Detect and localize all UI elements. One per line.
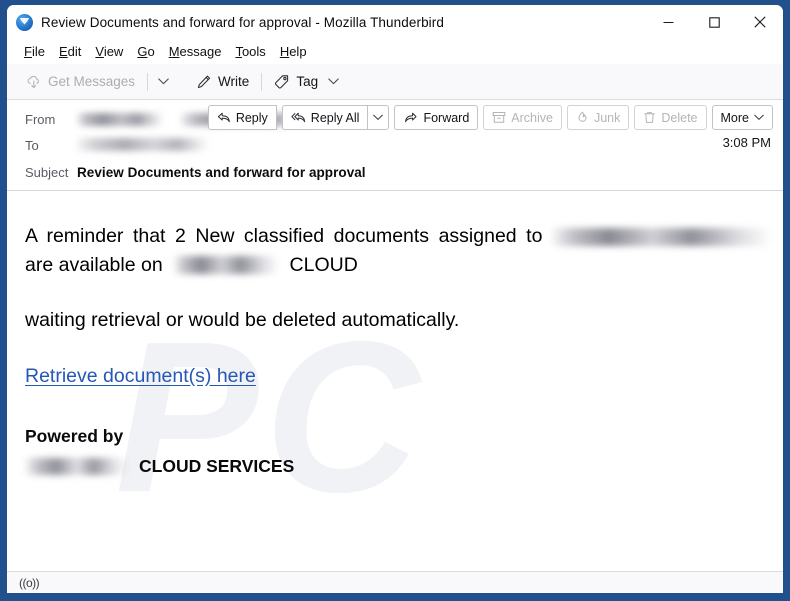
close-button[interactable] [737, 5, 783, 39]
window-controls [645, 5, 783, 39]
trash-icon [644, 112, 656, 123]
footer-logo-redaction [25, 457, 129, 475]
menu-item-go[interactable]: Go [130, 42, 161, 61]
from-redaction-1 [77, 112, 163, 126]
body-line-1: A reminder that 2 New classified documen… [25, 225, 770, 247]
window-client-area: Review Documents and forward for approva… [7, 5, 783, 593]
reply-all-arrow-icon [291, 112, 305, 123]
body-footer: Powered by CLOUD SERVICES [25, 426, 783, 476]
message-body: PC risk.com A reminder that 2 New classi… [7, 191, 783, 571]
more-label: More [720, 110, 749, 125]
junk-label: Junk [593, 110, 621, 125]
menu-item-help[interactable]: Help [273, 42, 314, 61]
main-toolbar: Get Messages Write Tag [7, 64, 783, 100]
subject-label: Subject [25, 164, 69, 180]
more-button[interactable]: More [711, 105, 773, 130]
from-label: From [25, 111, 56, 127]
header-row-to: To [7, 134, 783, 156]
footer-cloud-services: CLOUD SERVICES [139, 455, 295, 476]
reply-label: Reply [235, 110, 268, 125]
window-title: Review Documents and forward for approva… [41, 14, 444, 30]
flame-icon [578, 111, 587, 122]
archive-label: Archive [511, 110, 553, 125]
body-line-3: waiting retrieval or would be deleted au… [25, 309, 460, 331]
body-line-2: are available on CLOUD [25, 253, 783, 276]
chevron-down-icon [328, 78, 339, 85]
write-label: Write [218, 74, 250, 89]
delete-button[interactable]: Delete [634, 105, 707, 130]
header-row-subject: Subject Review Documents and forward for… [7, 161, 783, 183]
menu-item-tools[interactable]: Tools [228, 42, 272, 61]
chevron-down-icon [373, 114, 384, 120]
chevron-down-icon [754, 114, 764, 120]
message-timestamp: 3:08 PM [722, 135, 771, 150]
maximize-icon [708, 16, 720, 28]
message-header: From To Subject Review Documents and for… [7, 100, 783, 191]
body-line-1-redaction [552, 227, 770, 246]
to-label: To [25, 137, 39, 153]
close-icon [754, 16, 766, 28]
retrieve-documents-link[interactable]: Retrieve document(s) here [25, 365, 256, 387]
archive-button[interactable]: Archive [483, 105, 562, 130]
archive-box-icon [492, 112, 506, 123]
subject-value: Review Documents and forward for approva… [77, 164, 366, 180]
menu-item-edit[interactable]: Edit [52, 42, 88, 61]
reply-all-dropdown-button[interactable] [368, 105, 390, 130]
get-messages-label: Get Messages [48, 74, 136, 89]
reply-all-button[interactable]: Reply All [281, 105, 369, 130]
chevron-down-icon [157, 78, 169, 85]
tag-label: Tag [296, 74, 319, 89]
forward-arrow-icon [405, 112, 417, 123]
minimize-button[interactable] [645, 5, 691, 39]
thunderbird-logo-icon [16, 13, 33, 31]
get-messages-dropdown-button[interactable] [152, 69, 174, 95]
reply-arrow-icon [217, 112, 230, 123]
forward-label: Forward [423, 110, 470, 125]
footer-powered-by: Powered by [25, 426, 124, 446]
maximize-button[interactable] [691, 5, 737, 39]
to-value-redacted[interactable] [77, 136, 209, 154]
menu-item-file[interactable]: File [17, 42, 52, 61]
body-link-line: Retrieve document(s) here [25, 365, 783, 387]
message-action-buttons: Reply Reply All Forward Archive Junk Del… [203, 105, 773, 130]
menu-item-view[interactable]: View [88, 42, 130, 61]
junk-button[interactable]: Junk [566, 105, 630, 130]
body-line-2-text-b: CLOUD [289, 253, 358, 276]
tag-button[interactable]: Tag [266, 69, 347, 95]
delete-label: Delete [661, 110, 698, 125]
tag-icon [275, 74, 289, 89]
to-redaction-1 [77, 138, 209, 152]
body-line-1-text: A reminder that 2 New classified documen… [25, 225, 543, 247]
forward-button[interactable]: Forward [394, 105, 479, 130]
body-line-2-redaction [174, 256, 279, 275]
write-button[interactable]: Write [188, 69, 257, 95]
reply-button[interactable]: Reply [207, 105, 277, 130]
pencil-icon [197, 75, 211, 88]
get-messages-button[interactable]: Get Messages [18, 69, 143, 95]
menu-item-message[interactable]: Message [162, 42, 229, 61]
status-bar: ((o)) [7, 571, 783, 593]
title-bar: Review Documents and forward for approva… [7, 5, 783, 39]
menu-bar: File Edit View Go Message Tools Help [7, 39, 783, 64]
toolbar-separator-1 [147, 72, 149, 91]
body-line-2-text-a: are available on [25, 253, 163, 276]
reply-all-label: Reply All [310, 110, 360, 125]
connection-status-icon[interactable]: ((o)) [13, 576, 45, 590]
footer-brand-row: CLOUD SERVICES [25, 455, 783, 476]
menu-file-rest: ile [31, 44, 45, 59]
thunderbird-window: Review Documents and forward for approva… [0, 0, 790, 601]
toolbar-separator-2 [261, 72, 263, 91]
cloud-download-icon [27, 75, 39, 88]
minimize-icon [663, 21, 673, 23]
body-content: A reminder that 2 New classified documen… [7, 191, 783, 475]
